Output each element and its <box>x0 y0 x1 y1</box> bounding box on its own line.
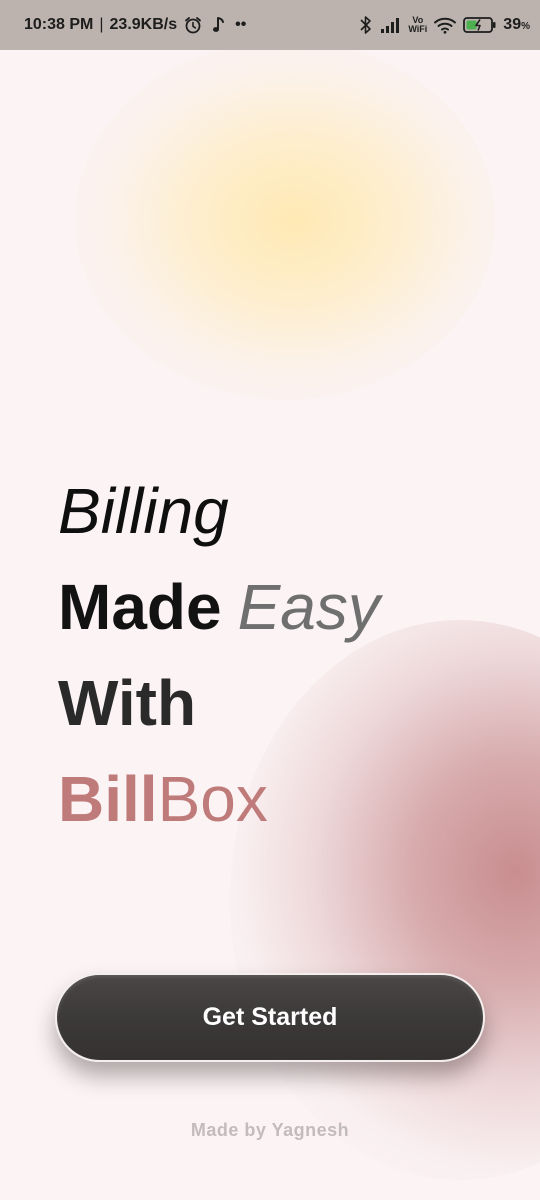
get-started-label: Get Started <box>202 1003 338 1031</box>
headline: Billing Made Easy With BillBox <box>58 468 380 852</box>
wifi-icon <box>433 16 457 34</box>
more-notifications-dots: •• <box>235 16 247 33</box>
headline-line-made-easy: Made Easy <box>58 564 380 660</box>
headline-line-billing: Billing <box>58 475 229 547</box>
brand-name: BillBox <box>58 756 380 852</box>
status-left: 10:38 PM | 23.9KB/s •• <box>24 15 246 35</box>
music-note-icon <box>209 15 229 35</box>
background-blob-yellow <box>75 40 495 400</box>
status-separator: | <box>99 16 104 33</box>
network-speed: 23.9KB/s <box>109 16 178 33</box>
brand-name-box: Box <box>157 763 268 835</box>
battery-percent: 39% <box>503 16 530 34</box>
status-time: 10:38 PM <box>24 16 94 33</box>
signal-icon <box>380 16 402 34</box>
battery-percent-value: 39 <box>503 16 522 33</box>
battery-charging-icon <box>463 16 497 34</box>
get-started-button[interactable]: Get Started <box>55 973 485 1062</box>
battery-percent-unit: % <box>521 21 530 32</box>
alarm-icon <box>183 15 203 35</box>
made-by-credit: Made by Yagnesh <box>190 1120 350 1140</box>
vowifi-bottom-label: WiFi <box>408 24 428 34</box>
status-right: Vo WiFi 39% <box>358 14 530 36</box>
screen: 10:38 PM | 23.9KB/s •• Vo WiFi 39% Billi… <box>0 0 540 1200</box>
brand-name-bill: Bill <box>58 763 158 835</box>
bluetooth-icon <box>358 14 374 36</box>
vowifi-icon: Vo WiFi <box>408 16 427 34</box>
headline-easy: Easy <box>237 571 380 643</box>
headline-made: Made <box>58 571 222 643</box>
status-bar: 10:38 PM | 23.9KB/s •• Vo WiFi 39% <box>0 0 540 50</box>
headline-line-with: With <box>58 667 197 739</box>
